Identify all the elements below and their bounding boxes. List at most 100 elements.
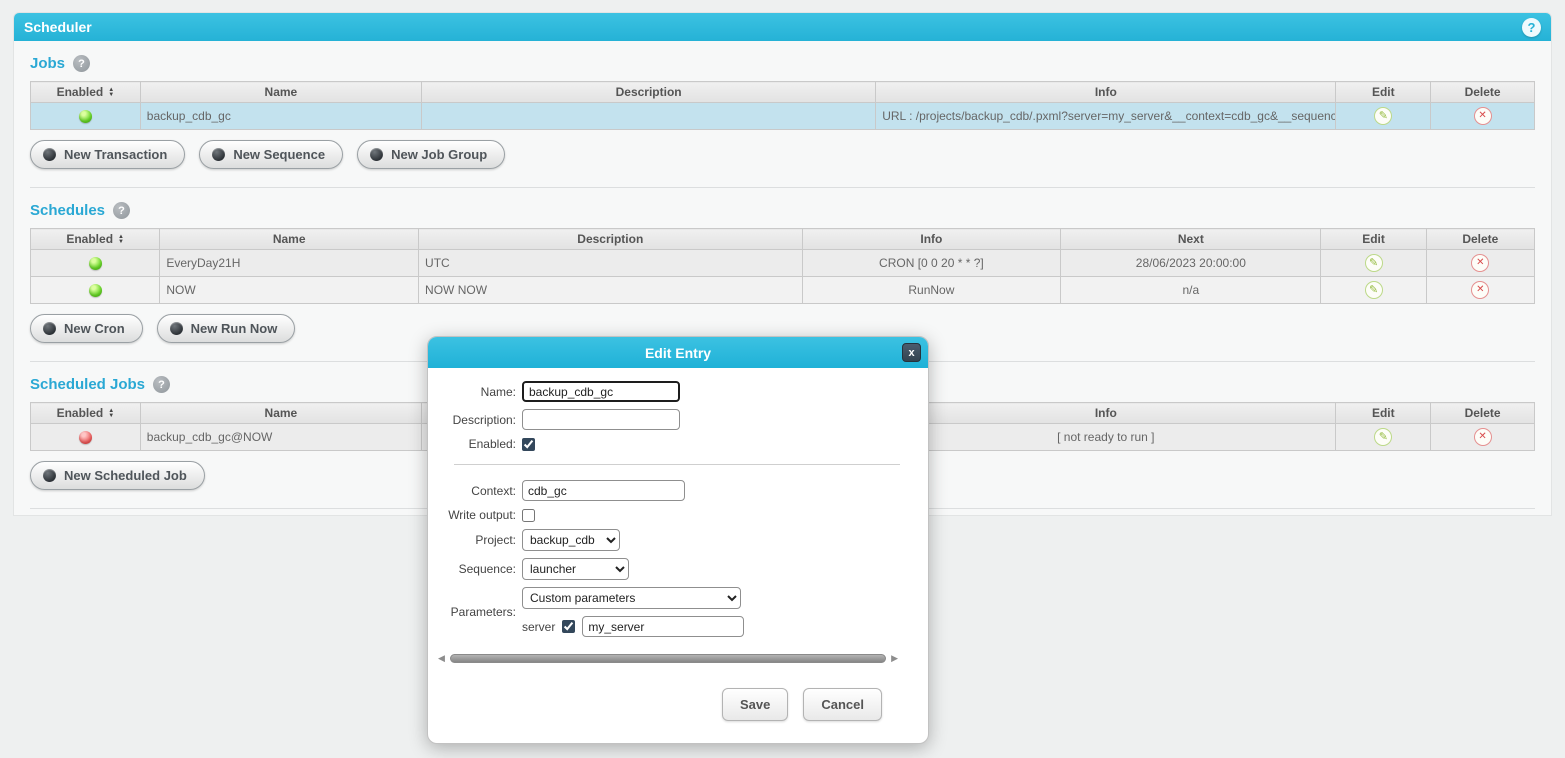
sequence-select[interactable]: launcher: [522, 558, 629, 580]
schedules-col-info[interactable]: Info: [802, 229, 1061, 250]
jobs-col-name[interactable]: Name: [140, 82, 421, 103]
write-output-label: Write output:: [430, 508, 516, 522]
schedule-description: UTC: [419, 250, 803, 277]
help-icon[interactable]: ?: [1522, 18, 1541, 37]
enabled-checkbox[interactable]: [522, 438, 535, 451]
new-icon: [43, 322, 56, 335]
jobs-col-info[interactable]: Info: [876, 82, 1336, 103]
disabled-dot: [79, 431, 92, 444]
parameters-label: Parameters:: [430, 605, 516, 619]
delete-icon[interactable]: ✕: [1474, 107, 1492, 125]
app-header: Scheduler ?: [14, 13, 1551, 41]
server-param-checkbox[interactable]: [562, 620, 575, 633]
delete-icon[interactable]: ✕: [1471, 281, 1489, 299]
scheduled-jobs-col-delete: Delete: [1431, 403, 1535, 424]
enabled-dot: [89, 257, 102, 270]
sequence-label: Sequence:: [430, 562, 516, 576]
edit-icon[interactable]: ✎: [1374, 428, 1392, 446]
job-description: [422, 103, 876, 130]
schedules-col-enabled[interactable]: Enabled▲▼: [31, 229, 160, 250]
edit-entry-dialog: Edit Entry x Name: Description: Enabled:…: [427, 336, 929, 744]
server-param-label: server: [522, 620, 555, 634]
horizontal-scrollbar[interactable]: ◀ ▶: [438, 653, 898, 664]
close-icon[interactable]: x: [902, 343, 921, 362]
job-info: URL : /projects/backup_cdb/.pxml?server=…: [876, 103, 1336, 130]
delete-icon[interactable]: ✕: [1471, 254, 1489, 272]
new-icon: [43, 469, 56, 482]
description-label: Description:: [430, 413, 516, 427]
schedule-name: EveryDay21H: [160, 250, 419, 277]
schedules-col-description[interactable]: Description: [419, 229, 803, 250]
server-param-field[interactable]: [582, 616, 744, 637]
new-icon: [170, 322, 183, 335]
scheduled-jobs-col-info[interactable]: Info: [876, 403, 1336, 424]
new-job-group-button[interactable]: New Job Group: [357, 140, 505, 169]
schedules-col-next[interactable]: Next: [1061, 229, 1321, 250]
name-label: Name:: [430, 385, 516, 399]
jobs-table: Enabled▲▼ Name Description Info Edit Del…: [30, 81, 1535, 130]
table-row[interactable]: NOW NOW NOW RunNow n/a ✎ ✕: [31, 277, 1535, 304]
save-button[interactable]: Save: [722, 688, 788, 721]
schedule-name: NOW: [160, 277, 419, 304]
new-icon: [43, 148, 56, 161]
schedules-col-edit: Edit: [1321, 229, 1426, 250]
parameters-mode-select[interactable]: Custom parameters: [522, 587, 741, 609]
scheduled-job-info: [ not ready to run ]: [876, 424, 1336, 451]
enabled-dot: [89, 284, 102, 297]
scroll-left-icon[interactable]: ◀: [438, 653, 445, 664]
section-divider: [30, 187, 1535, 188]
cancel-button[interactable]: Cancel: [803, 688, 882, 721]
new-cron-button[interactable]: New Cron: [30, 314, 143, 343]
new-transaction-button[interactable]: New Transaction: [30, 140, 185, 169]
schedules-table: Enabled▲▼ Name Description Info Next Edi…: [30, 228, 1535, 304]
table-row[interactable]: EveryDay21H UTC CRON [0 0 20 * * ?] 28/0…: [31, 250, 1535, 277]
schedules-col-delete: Delete: [1426, 229, 1534, 250]
project-select[interactable]: backup_cdb: [522, 529, 620, 551]
new-sequence-button[interactable]: New Sequence: [199, 140, 343, 169]
project-label: Project:: [430, 533, 516, 547]
scheduled-jobs-col-edit: Edit: [1336, 403, 1431, 424]
write-output-checkbox[interactable]: [522, 509, 535, 522]
context-field[interactable]: [522, 480, 685, 501]
schedule-next: 28/06/2023 20:00:00: [1061, 250, 1321, 277]
schedule-next: n/a: [1061, 277, 1321, 304]
sort-icon: ▲▼: [108, 409, 114, 419]
schedule-info: RunNow: [802, 277, 1061, 304]
jobs-col-description[interactable]: Description: [422, 82, 876, 103]
new-run-now-button[interactable]: New Run Now: [157, 314, 296, 343]
scheduled-jobs-col-enabled[interactable]: Enabled▲▼: [31, 403, 141, 424]
jobs-title: Jobs: [30, 55, 65, 72]
schedules-section-title: Schedules ?: [30, 202, 1535, 219]
job-name: backup_cdb_gc: [140, 103, 421, 130]
new-icon: [212, 148, 225, 161]
description-field[interactable]: [522, 409, 680, 430]
table-row[interactable]: backup_cdb_gc URL : /projects/backup_cdb…: [31, 103, 1535, 130]
schedules-col-name[interactable]: Name: [160, 229, 419, 250]
scheduled-jobs-title: Scheduled Jobs: [30, 376, 145, 393]
edit-icon[interactable]: ✎: [1365, 254, 1383, 272]
edit-icon[interactable]: ✎: [1374, 107, 1392, 125]
jobs-section-title: Jobs ?: [30, 55, 1535, 72]
schedules-help-icon[interactable]: ?: [113, 202, 130, 219]
new-scheduled-job-button[interactable]: New Scheduled Job: [30, 461, 205, 490]
jobs-col-edit: Edit: [1336, 82, 1431, 103]
form-divider: [454, 464, 900, 465]
schedule-description: NOW NOW: [419, 277, 803, 304]
edit-icon[interactable]: ✎: [1365, 281, 1383, 299]
dialog-header[interactable]: Edit Entry x: [428, 337, 928, 368]
scrollbar-thumb[interactable]: [450, 654, 886, 663]
scheduled-jobs-col-name[interactable]: Name: [140, 403, 421, 424]
scheduled-jobs-help-icon[interactable]: ?: [153, 376, 170, 393]
dialog-title: Edit Entry: [645, 345, 711, 361]
jobs-help-icon[interactable]: ?: [73, 55, 90, 72]
enabled-label: Enabled:: [430, 437, 516, 451]
name-field[interactable]: [522, 381, 680, 402]
delete-icon[interactable]: ✕: [1474, 428, 1492, 446]
app-title: Scheduler: [24, 19, 92, 35]
scroll-right-icon[interactable]: ▶: [891, 653, 898, 664]
jobs-col-enabled[interactable]: Enabled▲▼: [31, 82, 141, 103]
schedules-title: Schedules: [30, 202, 105, 219]
schedule-info: CRON [0 0 20 * * ?]: [802, 250, 1061, 277]
sort-icon: ▲▼: [108, 88, 114, 98]
jobs-col-delete: Delete: [1431, 82, 1535, 103]
